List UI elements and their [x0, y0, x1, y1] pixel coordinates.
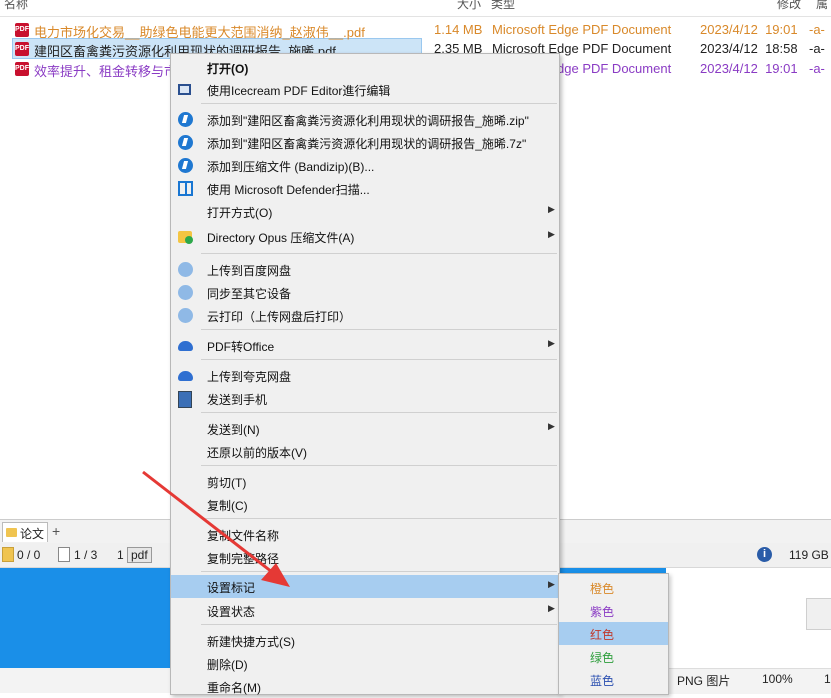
submenu-item-blue[interactable]: 蓝色 [559, 668, 668, 691]
submenu-item-orange[interactable]: 橙色 [559, 576, 668, 599]
extra-value: 1 [824, 672, 831, 686]
menu-item-bandizip[interactable]: 添加到压缩文件 (Bandizip)(B)... [171, 154, 559, 177]
submenu-item-green[interactable]: 绿色 [559, 645, 668, 668]
submenu-arrow-icon: ▶ [548, 338, 555, 348]
bandizip-icon [178, 112, 193, 127]
menu-item-set-label[interactable]: 设置标记 ▶ [171, 575, 559, 598]
submenu-arrow-icon: ▶ [548, 579, 555, 589]
file-row[interactable]: PDF 电力市场化交易__助绿色电能更大范围消纳_赵淑伟__.pdf 1.14 … [0, 20, 831, 40]
submenu-arrow-icon: ▶ [548, 204, 555, 214]
file-date: 2023/4/12 18:58 [700, 41, 798, 56]
selected-count: 1 [117, 548, 124, 562]
column-attr[interactable]: 属 [816, 0, 828, 12]
menu-separator [201, 518, 557, 519]
phone-icon [178, 391, 192, 408]
file-count: 1 / 3 [74, 548, 98, 562]
menu-separator [201, 103, 557, 104]
folder-tab-label: 论文 [20, 527, 45, 541]
column-name[interactable]: 名称 [4, 0, 28, 12]
submenu-item-purple[interactable]: 紫色 [559, 599, 668, 622]
file-type: Microsoft Edge PDF Document [492, 22, 672, 37]
submenu-arrow-icon: ▶ [548, 421, 555, 431]
pdf-file-icon: PDF [15, 42, 29, 56]
menu-item-copy[interactable]: 复制(C) [171, 493, 559, 516]
menu-item-directory-opus[interactable]: Directory Opus 压缩文件(A) ▶ [171, 225, 559, 248]
menu-item-send-to-phone[interactable]: 发送到手机 [171, 387, 559, 410]
menu-item-add-zip[interactable]: 添加到"建阳区畜禽粪污资源化利用现状的调研报告_施晞.zip" [171, 108, 559, 131]
opus-icon [178, 231, 193, 244]
quark-icon [178, 371, 193, 381]
image-format: PNG 图片 [677, 674, 731, 688]
submenu-item-red[interactable]: 红色 [559, 622, 668, 645]
menu-separator [201, 253, 557, 254]
folder-count: 0 / 0 [17, 548, 41, 562]
zoom-level: 100% [762, 672, 793, 686]
menu-item-copy-path[interactable]: 复制完整路径 [171, 546, 559, 569]
file-date: 2023/4/12 19:01 [700, 61, 798, 76]
context-menu: 打开(O) 使用Icecream PDF Editor進行编辑 添加到"建阳区畜… [170, 53, 560, 695]
menu-item-quark-upload[interactable]: 上传到夸克网盘 [171, 364, 559, 387]
cloud-icon [178, 341, 193, 351]
icecream-icon [178, 84, 191, 95]
file-size: 1.14 MB [434, 22, 483, 37]
column-size[interactable]: 大小 [457, 0, 481, 12]
bottom-strip [0, 668, 170, 693]
menu-item-restore-versions[interactable]: 还原以前的版本(V) [171, 440, 559, 463]
menu-item-pdf-to-office[interactable]: PDF转Office ▶ [171, 334, 559, 357]
column-type[interactable]: 类型 [491, 0, 515, 12]
submenu-arrow-icon: ▶ [548, 603, 555, 613]
folder-icon [6, 528, 17, 537]
menu-item-copy-name[interactable]: 复制文件名称 [171, 523, 559, 546]
menu-item-add-7z[interactable]: 添加到"建阳区畜禽粪污资源化利用现状的调研报告_施晞.7z" [171, 131, 559, 154]
file-attr: -a- [809, 41, 825, 56]
menu-separator [201, 412, 557, 413]
file-type-badge: pdf [127, 547, 152, 563]
menu-item-rename[interactable]: 重命名(M) [171, 675, 559, 698]
preview-status-bar: PNG 图片 100% 1 [666, 668, 831, 694]
file-date: 2023/4/12 19:01 [700, 22, 798, 37]
baidu-icon [178, 262, 193, 277]
bandizip-icon [178, 135, 193, 150]
folder-tab[interactable]: 论文 [2, 522, 48, 542]
pdf-file-icon: PDF [15, 23, 29, 37]
menu-item-cut[interactable]: 剪切(T) [171, 470, 559, 493]
column-header: 名称 大小 类型 修改 属 [0, 0, 831, 17]
pdf-file-icon: PDF [15, 62, 29, 76]
file-attr: -a- [809, 22, 825, 37]
panel-button[interactable] [806, 598, 831, 630]
baidu-icon [178, 285, 193, 300]
menu-separator [201, 359, 557, 360]
baidu-icon [178, 308, 193, 323]
defender-icon [178, 181, 193, 196]
free-space: 119 GB [789, 548, 829, 562]
add-tab-button[interactable]: + [52, 523, 60, 539]
menu-item-sync[interactable]: 同步至其它设备 [171, 281, 559, 304]
menu-item-defender[interactable]: 使用 Microsoft Defender扫描... [171, 177, 559, 200]
label-color-submenu: 橙色 紫色 红色 绿色 蓝色 [558, 573, 669, 695]
file-attr: -a- [809, 61, 825, 76]
folder-count-icon [2, 547, 14, 562]
column-modified[interactable]: 修改 [777, 0, 801, 12]
menu-separator [201, 571, 557, 572]
submenu-arrow-icon: ▶ [548, 229, 555, 239]
menu-separator [201, 329, 557, 330]
bandizip-icon [178, 158, 193, 173]
file-count-icon [58, 547, 70, 562]
menu-separator [201, 465, 557, 466]
menu-item-open-with[interactable]: 打开方式(O) ▶ [171, 200, 559, 223]
menu-item-send-to[interactable]: 发送到(N) ▶ [171, 417, 559, 440]
menu-item-delete[interactable]: 删除(D) [171, 652, 559, 675]
menu-item-baidu-upload[interactable]: 上传到百度网盘 [171, 258, 559, 281]
file-name: 效率提升、租金转移与市 [34, 64, 178, 79]
info-icon[interactable]: i [757, 547, 772, 562]
menu-item-open[interactable]: 打开(O) [171, 56, 559, 79]
menu-item-icecream[interactable]: 使用Icecream PDF Editor進行编辑 [171, 78, 559, 101]
menu-item-cloud-print[interactable]: 云打印（上传网盘后打印） [171, 304, 559, 327]
menu-item-set-status[interactable]: 设置状态 ▶ [171, 599, 559, 622]
menu-separator [201, 624, 557, 625]
menu-item-new-shortcut[interactable]: 新建快捷方式(S) [171, 629, 559, 652]
